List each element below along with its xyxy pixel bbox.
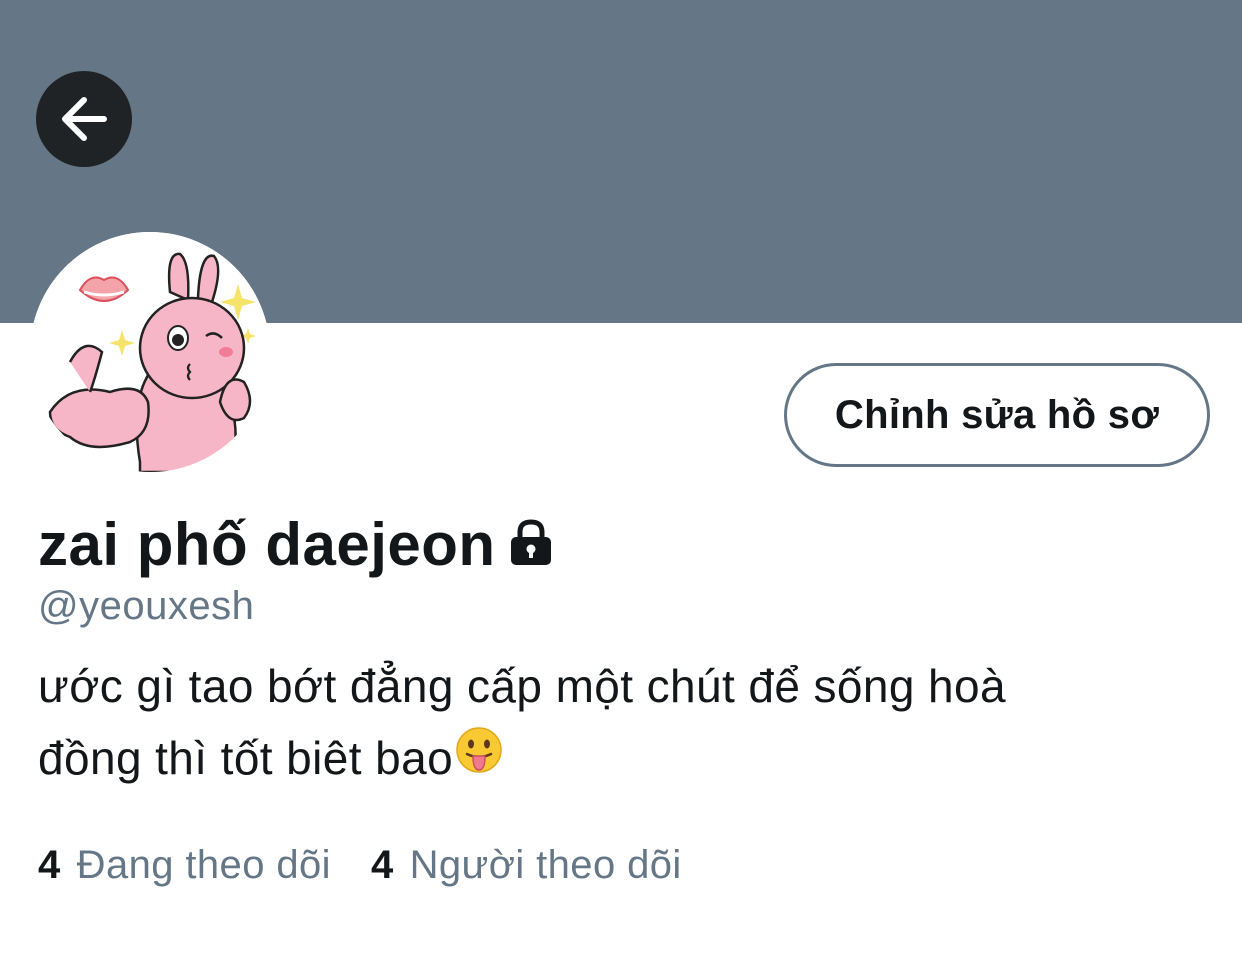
followers-label: Người theo dõi: [409, 842, 682, 887]
arrow-left-icon: [62, 97, 107, 141]
avatar-illustration: [30, 232, 270, 472]
profile-name-row: zai phố daejeon: [38, 508, 554, 580]
face-with-tongue-emoji: [455, 722, 503, 794]
avatar[interactable]: [30, 232, 270, 472]
followers-stat[interactable]: 4 Người theo dõi: [371, 843, 682, 888]
lock-icon: [508, 518, 554, 571]
bio-line-1: ước gì tao bớt đẳng cấp một chút để sống…: [38, 660, 1006, 712]
bio-line-2: đồng thì tốt biêt bao: [38, 722, 1178, 798]
edit-profile-button[interactable]: Chỉnh sửa hồ sơ: [784, 363, 1210, 467]
following-label: Đang theo dõi: [76, 842, 331, 887]
follow-stats: 4 Đang theo dõi 4 Người theo dõi: [38, 838, 682, 892]
bio-line-2-text: đồng thì tốt biêt bao: [38, 732, 454, 784]
following-stat[interactable]: 4 Đang theo dõi: [38, 843, 331, 888]
following-count: 4: [38, 842, 61, 887]
display-name: zai phố daejeon: [38, 510, 496, 578]
username-handle: @yeouxesh: [38, 584, 255, 628]
back-button[interactable]: [36, 71, 132, 167]
profile-bio: ước gì tao bớt đẳng cấp một chút để sống…: [38, 650, 1178, 798]
followers-count: 4: [370, 842, 394, 887]
